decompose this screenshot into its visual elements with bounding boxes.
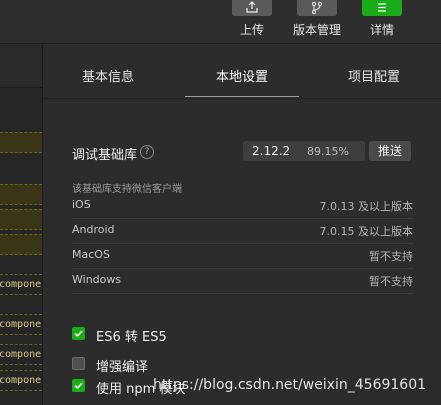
platform-support: 暂不支持 <box>369 250 413 263</box>
editor-pane[interactable]: compone compone compone compone <box>0 44 43 405</box>
active-tab-indicator <box>185 96 299 97</box>
debug-lib-label: 调试基础库 <box>72 148 138 163</box>
highlighted-line <box>0 209 42 230</box>
branch-icon <box>311 1 323 14</box>
push-button[interactable]: 推送 <box>369 141 411 161</box>
platform-name: MacOS <box>72 248 110 261</box>
debug-lib-version-select[interactable]: 2.12.2 89.15% <box>243 141 365 161</box>
platform-row: MacOS 暂不支持 <box>72 244 413 269</box>
upload-icon <box>246 1 258 13</box>
details-button[interactable]: 详情 <box>352 0 412 38</box>
platform-name: Windows <box>72 273 122 286</box>
version-manage-button[interactable]: 版本管理 <box>287 0 347 38</box>
tab-bar: 基本信息 本地设置 项目配置 <box>43 44 441 99</box>
platform-row: iOS 7.0.13 及以上版本 <box>72 194 413 219</box>
upload-label: 上传 <box>239 23 264 37</box>
platform-support: 暂不支持 <box>369 275 413 288</box>
menu-icon <box>378 3 386 12</box>
branch-icon-box <box>297 0 337 16</box>
checkbox-unchecked-icon <box>72 357 85 370</box>
tab-local-settings[interactable]: 本地设置 <box>216 66 268 85</box>
tab-basic-info[interactable]: 基本信息 <box>82 66 134 85</box>
highlighted-line <box>0 132 42 153</box>
menu-icon-box <box>362 0 402 16</box>
version-manage-label: 版本管理 <box>292 23 341 37</box>
upload-icon-box <box>232 0 272 16</box>
support-text: 该基础库支持微信客户端 <box>72 184 182 195</box>
checkbox-checked-icon <box>72 327 85 340</box>
highlighted-line <box>0 234 42 255</box>
platform-name: iOS <box>72 198 91 211</box>
debug-lib-coverage: 89.15% <box>307 145 349 158</box>
details-label: 详情 <box>369 23 394 37</box>
platform-support: 7.0.13 及以上版本 <box>319 200 413 213</box>
help-icon[interactable]: ? <box>140 145 154 159</box>
code-line: compone <box>0 370 42 391</box>
watermark: https://blog.csdn.net/weixin_45691601 <box>153 377 427 393</box>
top-toolbar: 上传 版本管理 详情 <box>0 0 441 44</box>
details-panel: 基本信息 本地设置 项目配置 调试基础库 ? 2.12.2 89.15% 推送 … <box>43 44 441 405</box>
debug-lib-version: 2.12.2 <box>252 144 291 158</box>
highlighted-line <box>0 184 42 205</box>
code-line: compone <box>0 274 42 295</box>
editor-header <box>0 44 42 88</box>
checkbox-label: ES6 转 ES5 <box>96 330 167 345</box>
code-line: compone <box>0 314 42 335</box>
tab-project-config[interactable]: 项目配置 <box>348 66 400 85</box>
code-line: compone <box>0 344 42 365</box>
platform-support: 7.0.15 及以上版本 <box>319 225 413 238</box>
checkbox-checked-icon <box>72 379 85 392</box>
platform-row: Android 7.0.15 及以上版本 <box>72 219 413 244</box>
platform-row: Windows 暂不支持 <box>72 269 413 294</box>
platform-name: Android <box>72 223 115 236</box>
checkbox-label: 增强编译 <box>96 360 149 375</box>
upload-button[interactable]: 上传 <box>222 0 282 38</box>
